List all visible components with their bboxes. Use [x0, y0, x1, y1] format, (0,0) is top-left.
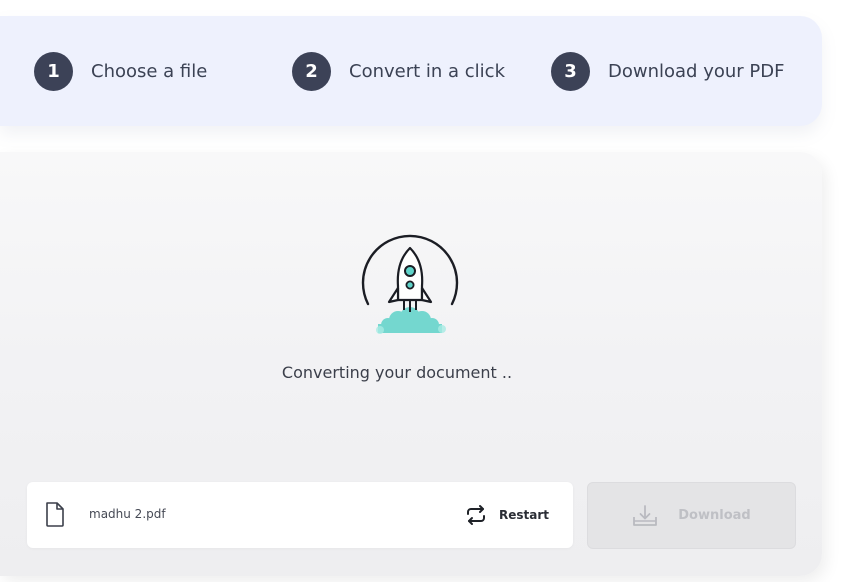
download-tray-icon: [633, 504, 658, 526]
step-label: Choose a file: [91, 60, 208, 82]
step-number-badge: 3: [551, 51, 590, 91]
rocket-icon: [361, 234, 459, 334]
restart-label: Restart: [499, 508, 550, 522]
download-label: Download: [678, 508, 751, 523]
file-card: madhu 2.pdf Restart: [27, 482, 573, 548]
conversion-status-text: Converting your document ..: [281, 363, 513, 382]
converter-page: 1 Choose a file 2 Convert in a click 3 D…: [0, 0, 843, 582]
step-label: Download your PDF: [608, 60, 785, 82]
refresh-arrows-icon: [467, 505, 485, 525]
step-number-badge: 2: [292, 51, 331, 91]
step-label: Convert in a click: [349, 60, 505, 82]
conversion-panel: Converting your document .. madhu 2.pdf …: [0, 152, 822, 576]
restart-button[interactable]: Restart: [465, 500, 555, 530]
step-2: 2 Convert in a click: [292, 16, 505, 126]
step-3: 3 Download your PDF: [551, 16, 784, 126]
step-1: 1 Choose a file: [34, 16, 207, 126]
download-button[interactable]: Download: [587, 482, 796, 549]
step-number-badge: 1: [34, 51, 73, 91]
document-icon: [46, 502, 64, 527]
steps-bar: 1 Choose a file 2 Convert in a click 3 D…: [0, 16, 822, 126]
file-name: madhu 2.pdf: [89, 507, 166, 521]
